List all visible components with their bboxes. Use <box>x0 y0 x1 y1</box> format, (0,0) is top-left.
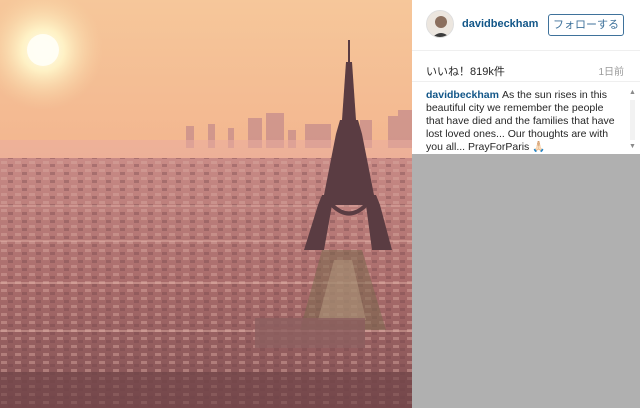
caption-area: davidbeckham As the sun rises in this bea… <box>412 82 640 154</box>
post-timestamp[interactable]: 1日前 <box>598 63 624 78</box>
post-header: davidbeckham フォローする <box>412 0 640 51</box>
follow-button[interactable]: フォローする <box>548 14 624 36</box>
scroll-down-arrow-icon[interactable]: ▼ <box>627 142 638 152</box>
scroll-up-arrow-icon[interactable]: ▲ <box>627 88 638 98</box>
username-link[interactable]: davidbeckham <box>462 18 538 30</box>
stats-row: いいね！819k件 1日前 <box>412 51 640 82</box>
sun <box>27 34 59 66</box>
paris-sunrise-image <box>0 0 412 408</box>
scroll-track[interactable] <box>630 100 635 140</box>
likes-count[interactable]: いいね！819k件 <box>426 63 505 79</box>
caption: davidbeckham As the sun rises in this bea… <box>426 89 622 154</box>
avatar[interactable] <box>426 10 454 38</box>
caption-scrollbar[interactable]: ▲ ▼ <box>627 88 638 152</box>
post-sidebar: davidbeckham フォローする いいね！819k件 1日前 davidb… <box>412 0 640 408</box>
caption-username-link[interactable]: davidbeckham <box>426 89 499 101</box>
profile-picture-icon <box>427 11 453 37</box>
post-photo[interactable] <box>0 0 412 408</box>
blank-placeholder <box>412 154 640 408</box>
